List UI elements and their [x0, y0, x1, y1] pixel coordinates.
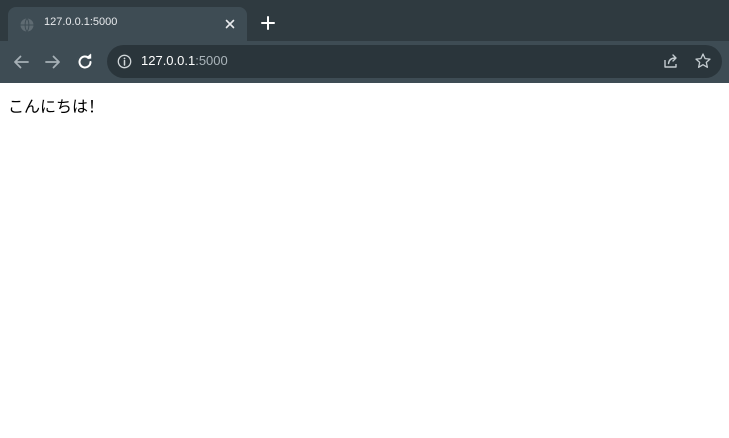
share-icon[interactable] — [662, 52, 680, 70]
tab-active[interactable]: 127.0.0.1:5000 — [8, 7, 247, 41]
url-port: :5000 — [195, 53, 228, 68]
page-viewport: こんにちは！ — [0, 83, 729, 438]
reload-icon[interactable] — [73, 50, 97, 74]
url-text[interactable]: 127.0.0.1:5000 — [141, 53, 228, 68]
tab-title: 127.0.0.1:5000 — [44, 16, 118, 28]
globe-icon — [20, 17, 34, 32]
star-icon[interactable] — [694, 52, 712, 70]
greeting-text: こんにちは！ — [8, 97, 105, 116]
address-bar[interactable]: 127.0.0.1:5000 — [107, 45, 722, 78]
browser-window: 127.0.0.1:5000 127.0.0.1:5000 こんにちは！ — [0, 0, 729, 438]
info-icon[interactable] — [117, 54, 132, 69]
url-host: 127.0.0.1 — [141, 53, 196, 68]
toolbar: 127.0.0.1:5000 — [0, 41, 729, 83]
close-icon[interactable] — [222, 16, 238, 32]
tab-strip: 127.0.0.1:5000 — [0, 0, 729, 41]
plus-icon[interactable] — [258, 13, 278, 33]
arrow-right-icon[interactable] — [41, 50, 65, 74]
arrow-left-icon[interactable] — [9, 50, 33, 74]
